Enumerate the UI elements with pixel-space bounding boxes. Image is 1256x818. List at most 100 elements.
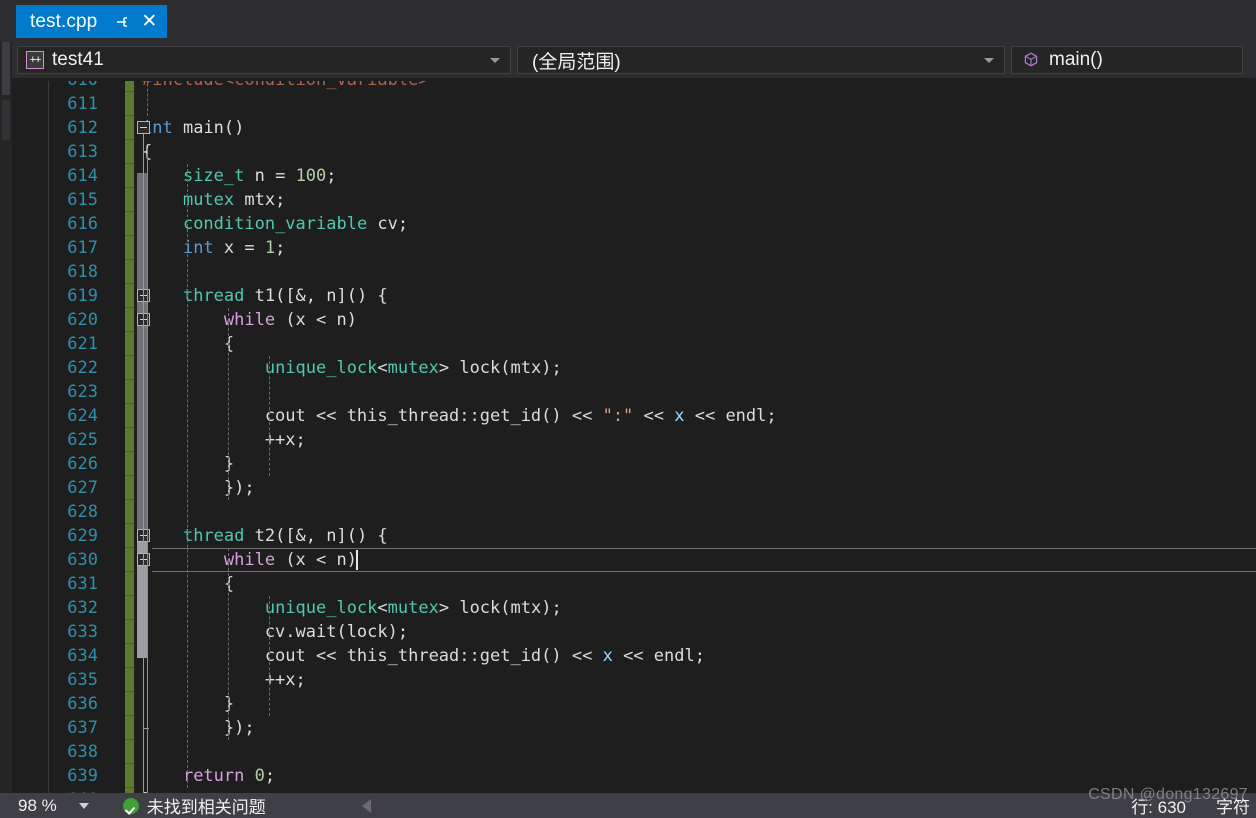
line-text: cout << this_thread::get_id() << ":" << … <box>142 406 777 426</box>
namespace-scope-dropdown[interactable]: (全局范围) <box>517 46 1005 74</box>
line-number: 634 <box>67 646 98 666</box>
change-bar-seam <box>125 283 134 284</box>
line-text: int x = 1; <box>182 238 286 258</box>
line-number: 623 <box>67 382 98 402</box>
line-text: condition_variable cv; <box>182 214 409 234</box>
caret-position-group: 行: 630 字符 <box>1131 793 1250 818</box>
line-text: mutex mtx; <box>182 190 286 210</box>
indent-guide <box>146 78 149 116</box>
line-text: }); <box>142 478 255 498</box>
brace-match-guide <box>146 148 148 793</box>
change-bar-seam <box>125 715 134 716</box>
close-icon[interactable]: ✕ <box>141 12 157 31</box>
change-bar-seam <box>125 355 134 356</box>
line-text: unique_lock<mutex> lock(mtx); <box>264 598 562 618</box>
change-bar-seam <box>125 163 134 164</box>
indent-guide <box>228 308 230 500</box>
line-number: 631 <box>67 574 98 594</box>
line-number: 612 <box>67 118 98 138</box>
line-text: ++x; <box>142 430 306 450</box>
line-text: cv.wait(lock); <box>142 622 409 642</box>
indent-guide <box>268 596 271 716</box>
change-bar-seam <box>125 499 134 500</box>
line-number: 629 <box>67 526 98 546</box>
change-bar-seam <box>125 739 134 740</box>
cpp-project-icon: ++ <box>26 51 44 69</box>
chevron-down-icon[interactable] <box>78 802 89 809</box>
left-dock-strip-upper[interactable] <box>2 40 10 95</box>
change-bar-seam <box>125 691 134 692</box>
chevron-down-icon <box>490 58 500 63</box>
scroll-left-arrow-icon[interactable] <box>361 798 371 813</box>
success-check-icon <box>122 797 139 814</box>
indent-guide <box>268 356 271 476</box>
tab-title: test.cpp <box>30 10 98 32</box>
line-number: 628 <box>67 502 98 522</box>
line-text: cout << this_thread::get_id() << x << en… <box>142 646 705 666</box>
change-bar-seam <box>125 475 134 476</box>
change-bar-seam <box>125 379 134 380</box>
member-scope-label: main() <box>1049 49 1103 70</box>
line-number: 637 <box>67 718 98 738</box>
line-number: 614 <box>67 166 98 186</box>
line-text: int main() <box>142 118 245 138</box>
editor-tab-strip: test.cpp ✕ <box>0 0 1256 42</box>
line-number: 627 <box>67 478 98 498</box>
change-bar-seam <box>125 91 134 92</box>
change-bar-seam <box>125 571 134 572</box>
issues-status-label: 未找到相关问题 <box>146 798 266 817</box>
left-dock-strip-lower[interactable] <box>2 100 10 140</box>
line-text: thread t2([&, n]() { <box>182 526 388 546</box>
line-number: 625 <box>67 430 98 450</box>
change-bar-seam <box>125 787 134 788</box>
line-number: 620 <box>67 310 98 330</box>
change-bar-seam <box>125 115 134 116</box>
editor-top-clip <box>12 78 1256 81</box>
line-text: size_t n = 100; <box>182 166 337 186</box>
change-bar-seam <box>125 523 134 524</box>
change-bar-seam <box>125 451 134 452</box>
zoom-level-label[interactable]: 98 % <box>18 796 57 816</box>
change-bar-seam <box>125 547 134 548</box>
line-number: 638 <box>67 742 98 762</box>
pin-icon[interactable] <box>113 13 131 31</box>
change-bar-seam <box>125 235 134 236</box>
indent-guide <box>187 164 189 788</box>
line-text: ++x; <box>142 670 306 690</box>
namespace-scope-label: (全局范围) <box>532 51 621 73</box>
line-number: 621 <box>67 334 98 354</box>
change-bar-seam <box>125 259 134 260</box>
change-tracking-bar <box>125 78 134 793</box>
chevron-down-icon <box>984 58 994 63</box>
line-number: 615 <box>67 190 98 210</box>
line-number: 613 <box>67 142 98 162</box>
line-text: unique_lock<mutex> lock(mtx); <box>264 358 562 378</box>
change-bar-seam <box>125 619 134 620</box>
change-bar-seam <box>125 403 134 404</box>
line-number: 622 <box>67 358 98 378</box>
fold-range-line <box>143 542 144 728</box>
change-bar-seam <box>125 307 134 308</box>
tab-test-cpp[interactable]: test.cpp ✕ <box>16 5 168 38</box>
line-number: 639 <box>67 766 98 786</box>
line-indicator: 行: 630 <box>1131 798 1186 817</box>
line-number: 635 <box>67 670 98 690</box>
line-text: while (x < n) <box>223 310 357 330</box>
line-number: 611 <box>67 94 98 114</box>
line-text: while (x < n) <box>223 550 357 570</box>
change-bar-seam <box>125 643 134 644</box>
member-scope-dropdown[interactable]: main() <box>1011 46 1243 74</box>
status-bar: 98 % 未找到相关问题 行: 630 字符 <box>0 793 1256 818</box>
change-bar-seam <box>125 211 134 212</box>
change-bar-seam <box>125 667 134 668</box>
line-text: return 0; <box>182 766 276 786</box>
line-number: 619 <box>67 286 98 306</box>
project-scope-dropdown[interactable]: ++ test41 <box>17 46 511 74</box>
change-bar-seam <box>125 763 134 764</box>
fold-toggle-icon[interactable] <box>137 121 150 134</box>
line-text: thread t1([&, n]() { <box>182 286 388 306</box>
character-indicator: 字符 <box>1216 798 1250 817</box>
indent-guide <box>228 548 230 740</box>
code-editor[interactable]: 610 #include<condition_variable> 611 612 int… <box>12 78 1256 793</box>
line-number: 624 <box>67 406 98 426</box>
